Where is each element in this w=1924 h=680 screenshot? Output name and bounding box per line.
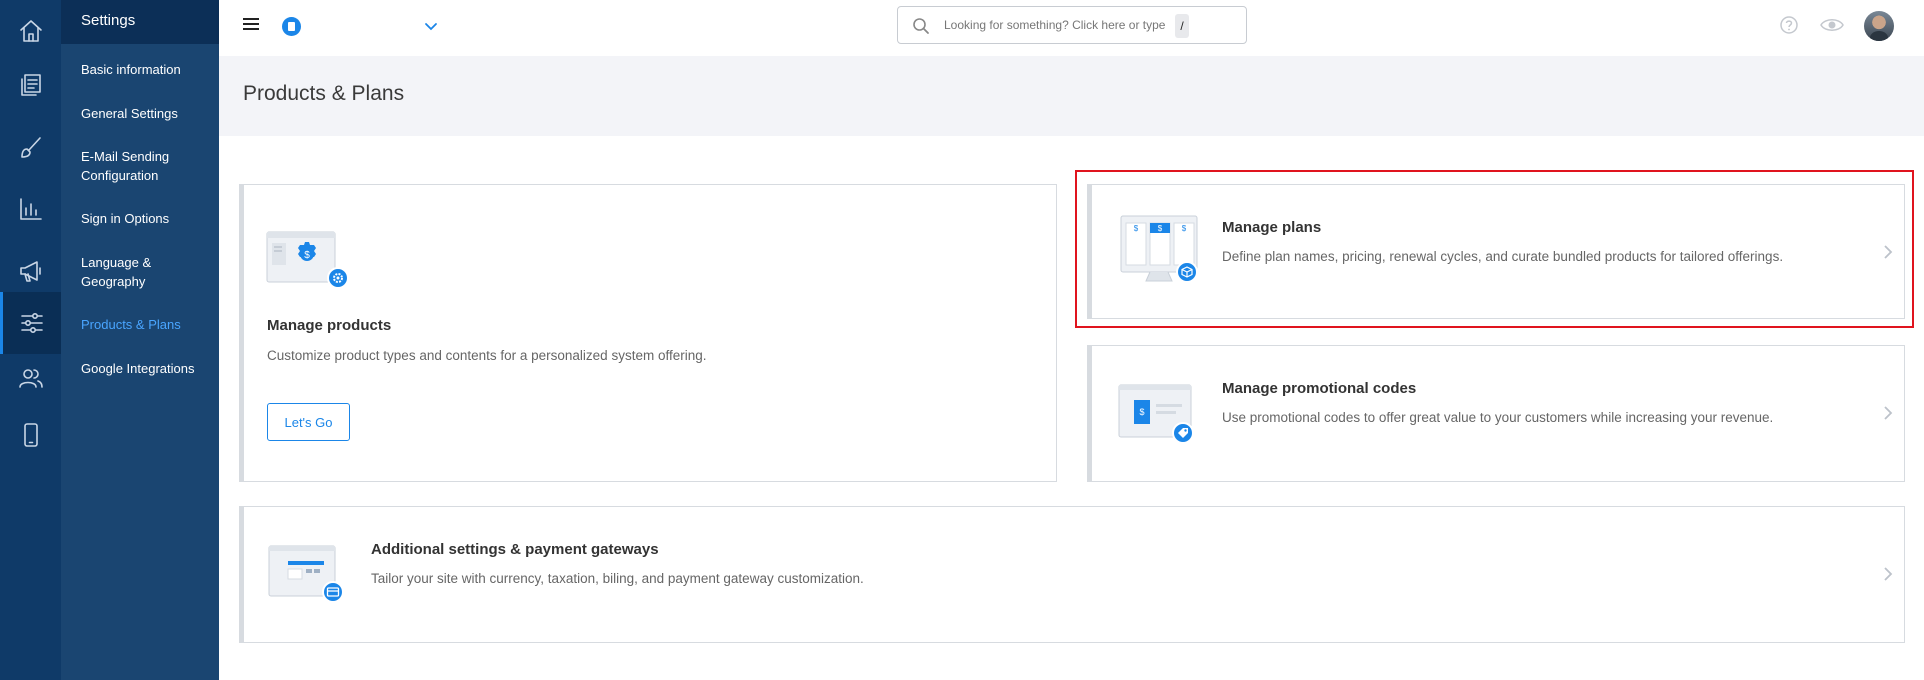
rail-mobile[interactable] <box>0 404 61 466</box>
search-icon <box>913 18 929 34</box>
manage-plans-description: Define plan names, pricing, renewal cycl… <box>1222 249 1784 264</box>
submenu-item-sign-in-options[interactable]: Sign in Options <box>81 209 211 228</box>
user-avatar[interactable] <box>1864 11 1894 41</box>
site-logo-icon[interactable] <box>282 17 301 36</box>
chevron-right-icon <box>1884 406 1893 420</box>
submenu-item-language-geography[interactable]: Language & Geography <box>81 253 211 291</box>
sliders-icon <box>21 313 43 333</box>
manage-plans-title: Manage plans <box>1222 219 1322 236</box>
svg-text:$: $ <box>1139 407 1144 417</box>
home-icon <box>19 20 42 42</box>
mobile-icon <box>23 423 38 447</box>
submenu-item-general-settings[interactable]: General Settings <box>81 104 211 123</box>
menu-icon[interactable] <box>243 18 259 32</box>
search-box[interactable]: / <box>897 6 1247 44</box>
manage-products-card: $ Manage products Customize product type… <box>239 184 1057 482</box>
chevron-right-icon <box>1884 567 1893 581</box>
cube-icon <box>1176 261 1198 283</box>
pages-icon <box>20 74 41 96</box>
eye-icon[interactable] <box>1820 16 1844 34</box>
additional-settings-title: Additional settings & payment gateways <box>371 541 659 558</box>
submenu-item-email-sending[interactable]: E-Mail Sending Configuration <box>81 147 211 185</box>
submenu-item-google-integrations[interactable]: Google Integrations <box>81 359 211 378</box>
page-title: Products & Plans <box>243 82 405 105</box>
manage-promo-codes-card[interactable]: $ Manage promotional codes Use promotion… <box>1087 345 1905 482</box>
rail-home[interactable] <box>0 0 61 62</box>
search-input[interactable] <box>944 15 1174 35</box>
search-shortcut-key: / <box>1175 14 1189 38</box>
manage-products-description: Customize product types and contents for… <box>267 348 707 363</box>
additional-settings-description: Tailor your site with currency, taxation… <box>371 571 864 586</box>
submenu-title: Settings <box>61 0 219 44</box>
rail-settings[interactable] <box>0 292 61 354</box>
manage-promo-codes-title: Manage promotional codes <box>1222 380 1417 397</box>
rail-analytics[interactable] <box>0 178 61 240</box>
manage-products-title: Manage products <box>267 317 392 334</box>
gear-icon <box>327 267 349 289</box>
svg-text:$: $ <box>304 250 310 261</box>
manage-promo-codes-description: Use promotional codes to offer great val… <box>1222 410 1774 425</box>
credit-card-icon <box>322 581 344 603</box>
manage-plans-card[interactable]: $ $ $ Manage plans Define plan names, pr… <box>1087 184 1905 319</box>
users-icon <box>18 369 43 388</box>
additional-settings-card[interactable]: Additional settings & payment gateways T… <box>239 506 1905 643</box>
rail-design[interactable] <box>0 117 61 179</box>
submenu-item-basic-information[interactable]: Basic information <box>81 60 211 79</box>
brush-icon <box>20 137 41 158</box>
page-header: Products & Plans <box>219 56 1924 136</box>
icon-rail <box>0 0 61 680</box>
lets-go-button[interactable]: Let's Go <box>267 403 350 441</box>
rail-pages[interactable] <box>0 54 61 116</box>
svg-text:$: $ <box>1134 224 1139 233</box>
chevron-down-icon[interactable] <box>423 18 439 34</box>
chevron-right-icon <box>1884 245 1893 259</box>
tag-icon <box>1172 422 1194 444</box>
rail-users[interactable] <box>0 347 61 409</box>
chart-icon <box>19 198 42 220</box>
top-bar: / <box>219 0 1924 56</box>
help-icon[interactable] <box>1779 15 1799 35</box>
svg-text:$: $ <box>1182 224 1187 233</box>
settings-submenu: Settings Basic information General Setti… <box>61 0 219 680</box>
submenu-item-products-plans[interactable]: Products & Plans <box>81 315 211 334</box>
svg-text:$: $ <box>1158 224 1163 233</box>
megaphone-icon <box>19 261 41 282</box>
